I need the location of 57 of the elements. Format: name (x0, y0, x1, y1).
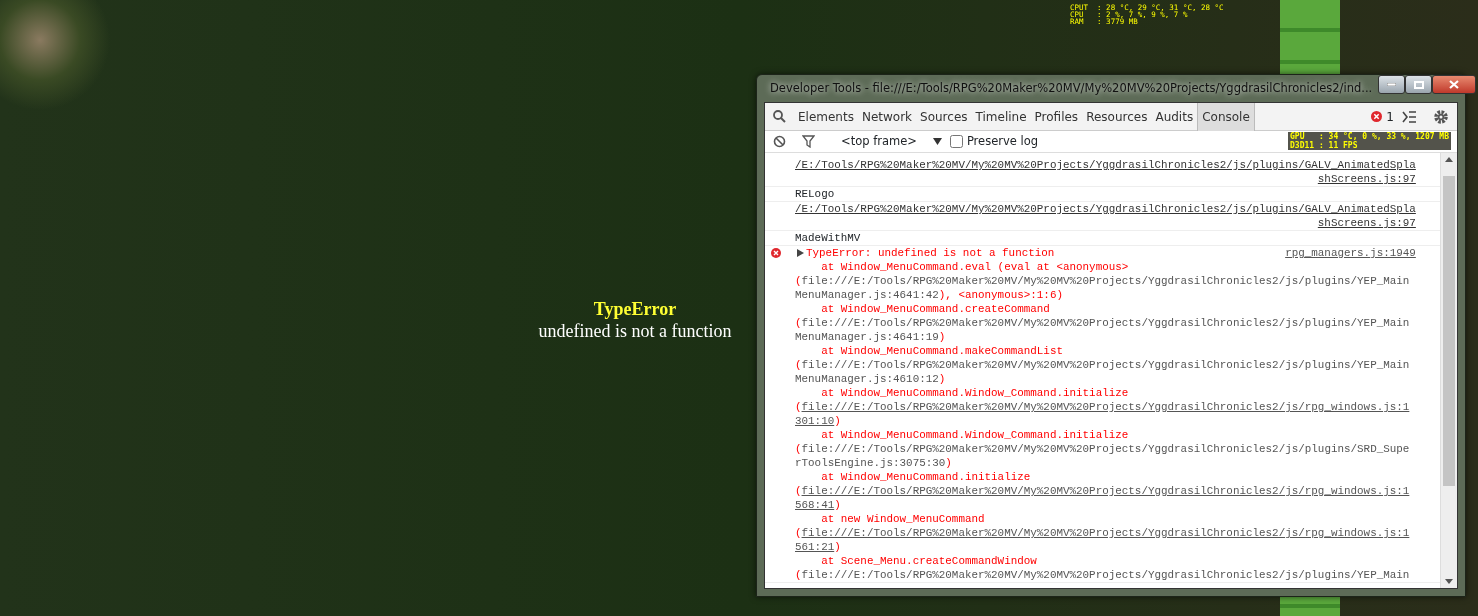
scroll-down-icon[interactable] (1445, 579, 1453, 584)
error-count[interactable]: 1 (1386, 107, 1394, 126)
stack-frame-location: (file:///E:/Tools/RPG%20Maker%20MV/My%20MV%20Projects/YggdrasilChronicles2/js/plugins/YEP_MainMenuManager.js:4641:42), <anonymous>:1:6) (795, 274, 1411, 302)
log-message: MadeWithMV (795, 231, 861, 245)
devtools-tab[interactable]: Resources (1082, 102, 1152, 131)
stack-frame-call: at new Window_MenuCommand (820, 512, 986, 526)
error-icon (1371, 111, 1383, 122)
stack-frame-location: (file:///E:/Tools/RPG%20Maker%20MV/My%20MV%20Projects/YggdrasilChronicles2/js/plugins/YEP_MainMenuManager.js:4641:19) (795, 316, 1411, 344)
filter-icon[interactable] (802, 135, 815, 148)
stack-frame-call: at Window_MenuCommand.initialize (820, 470, 1032, 484)
window-title: Developer Tools - file:///E:/Tools/RPG%20Maker%20MV/My%20MV%20Projects/YggdrasilChronicles2/ind... (770, 79, 1373, 97)
scrollbar-thumb[interactable] (1443, 176, 1455, 486)
scrollbar[interactable] (1440, 153, 1457, 588)
source-link[interactable]: rpg_managers.js:1949 (1285, 246, 1416, 260)
devtools-tab[interactable]: Elements (794, 102, 858, 131)
clear-icon[interactable] (773, 135, 786, 148)
devtools-tab[interactable]: Profiles (1030, 102, 1083, 131)
error-title: TypeError (592, 298, 678, 320)
error-icon (771, 248, 781, 259)
stack-frame-location: (file:///E:/Tools/RPG%20Maker%20MV/My%20MV%20Projects/YggdrasilChronicles2/js/rpg_windows.js:1568:41) (795, 484, 1411, 512)
stack-frame-call: at Window_MenuCommand.createCommand (820, 302, 1051, 316)
stack-frame-location: (file:///E:/Tools/RPG%20Maker%20MV/My%20MV%20Projects/YggdrasilChronicles2/js/plugins/YEP_MainMenuManager.js:4610:12) (795, 358, 1411, 386)
devtools-tab[interactable]: Sources (916, 102, 972, 131)
stack-frame-call: at Window_MenuCommand.eval (eval at <anonymous> (820, 260, 1130, 274)
devtools-tab[interactable]: Network (857, 102, 917, 131)
log-message: RELogo (795, 187, 835, 201)
settings-icon[interactable] (1433, 108, 1449, 125)
stack-frame-call: at Scene_Menu.createCommandWindow (820, 554, 1038, 568)
stack-frame-location: (file:///E:/Tools/RPG%20Maker%20MV/My%20MV%20Projects/YggdrasilChronicles2/js/plugins/SRD_SuperToolsEngine.js:3075:30) (795, 442, 1411, 470)
maximize-icon (1413, 80, 1424, 89)
minimize-button[interactable] (1378, 75, 1406, 94)
stack-frame-call: at Window_MenuCommand.Window_Command.initialize (820, 386, 1130, 400)
stack-frame-location: (file:///E:/Tools/RPG%20Maker%20MV/My%20MV%20Projects/YggdrasilChronicles2/js/plugins/YEP_Main (795, 568, 1411, 582)
close-icon (1449, 80, 1460, 89)
stats-line: D3D11 : 11 FPS (1290, 141, 1359, 150)
stack-frame-call: at Window_MenuCommand.Window_Command.initialize (820, 428, 1130, 442)
stack-frame-location: (file:///E:/Tools/RPG%20Maker%20MV/My%20MV%20Projects/YggdrasilChronicles2/js/rpg_windows.js:1561:21) (795, 526, 1411, 554)
preserve-log-label[interactable]: Preserve log (966, 132, 1039, 151)
maximize-button[interactable] (1405, 75, 1433, 94)
close-button[interactable] (1432, 75, 1477, 94)
devtools-tab[interactable]: Console (1197, 102, 1255, 131)
search-icon[interactable] (773, 110, 786, 123)
stack-frame-call: at Window_MenuCommand.makeCommandList (820, 344, 1064, 358)
error-message: TypeError: undefined is not a function (806, 246, 1056, 260)
devtools-tab[interactable]: Timeline (971, 102, 1031, 131)
devtools-tab[interactable]: Audits (1151, 102, 1198, 131)
source-link[interactable]: /E:/Tools/RPG%20Maker%20MV/My%20MV%20Projects/YggdrasilChronicles2/js/plugins/GALV_AnimatedSplashScreens.js:97 (795, 202, 1416, 230)
scroll-up-icon[interactable] (1445, 157, 1453, 162)
expand-triangle-icon[interactable] (797, 249, 804, 257)
caret-icon[interactable] (932, 138, 942, 145)
source-link[interactable]: /E:/Tools/RPG%20Maker%20MV/My%20MV%20Projects/YggdrasilChronicles2/js/plugins/GALV_AnimatedSplashScreens.js:97 (795, 158, 1416, 186)
context-dropdown[interactable]: <top frame> (831, 132, 917, 151)
preserve-log-checkbox[interactable] (949, 135, 963, 148)
drawer-icon[interactable] (1402, 110, 1417, 123)
stack-frame-location: (file:///E:/Tools/RPG%20Maker%20MV/My%20MV%20Projects/YggdrasilChronicles2/js/rpg_windows.js:1301:10) (795, 400, 1411, 428)
stats-line: GPU : 34 °C, 0 %, 33 %, 1207 MB (1290, 132, 1449, 141)
minimize-icon (1387, 83, 1397, 86)
